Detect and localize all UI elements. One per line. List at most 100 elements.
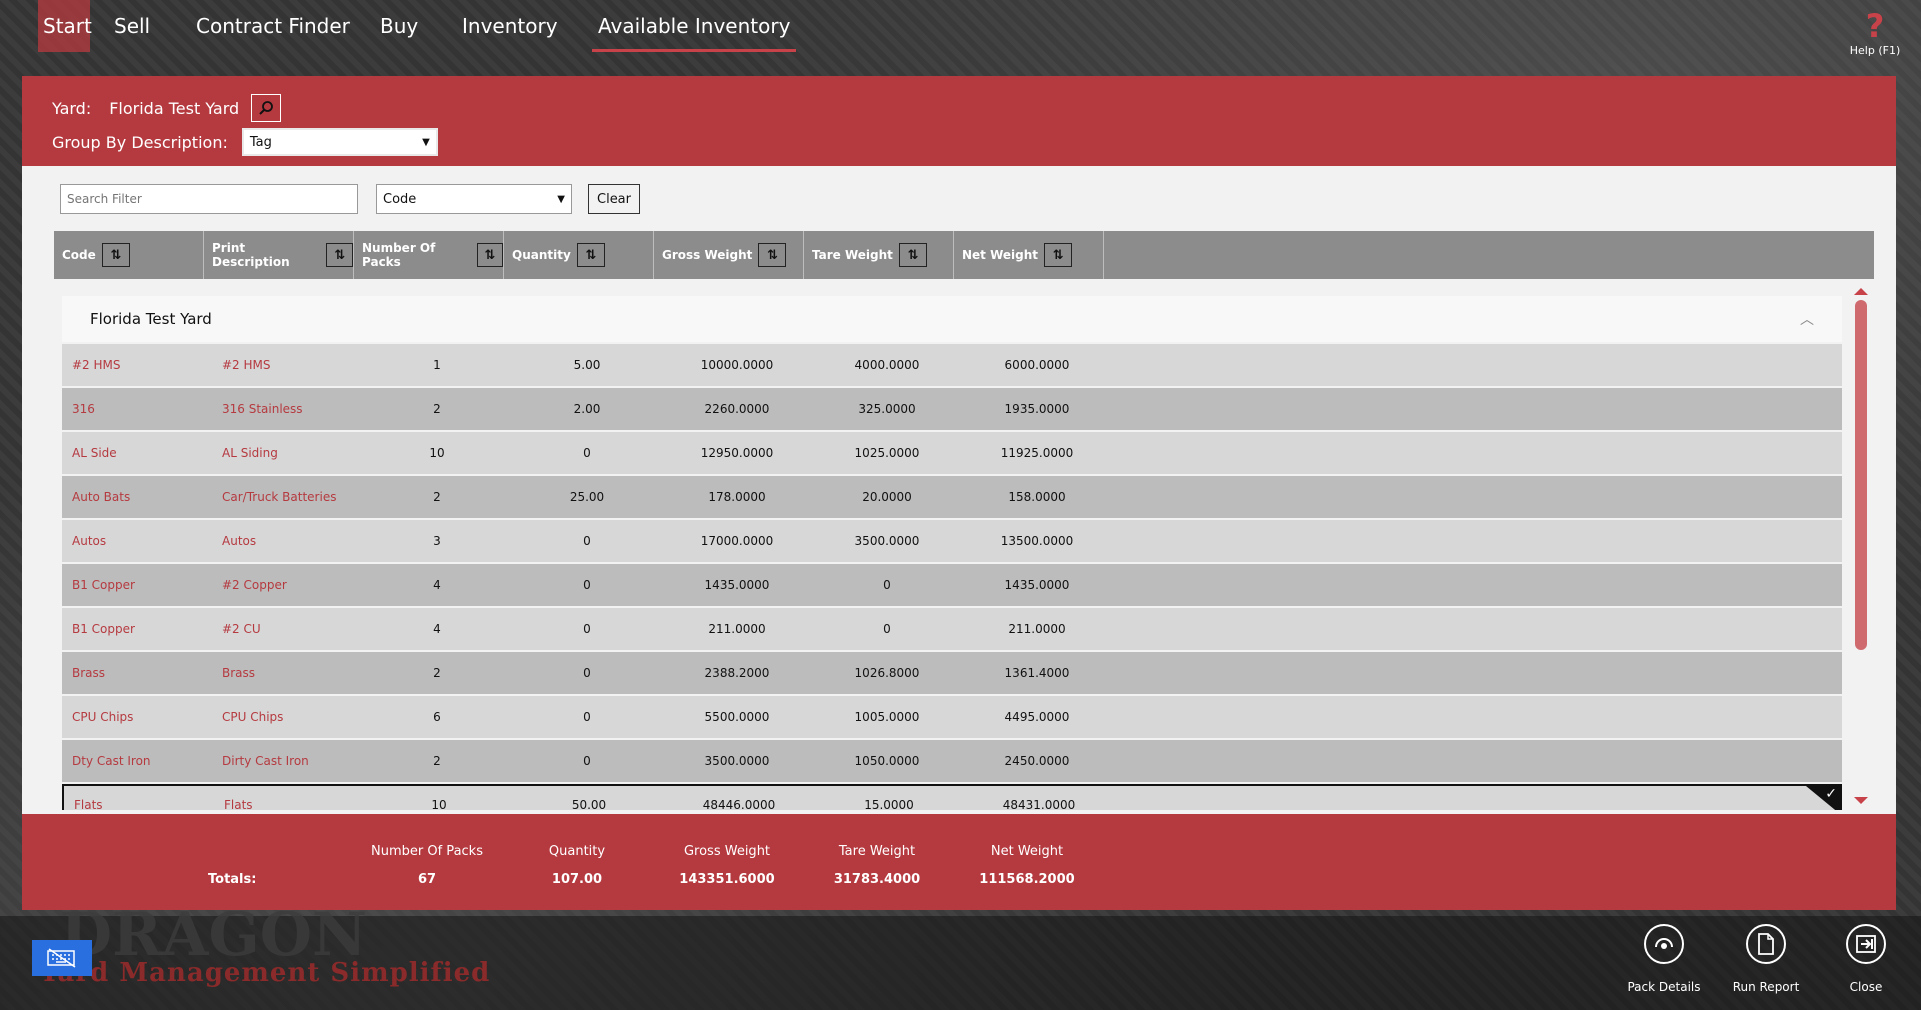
table-cell: 1005.0000 bbox=[854, 710, 920, 724]
table-cell: 2.00 bbox=[573, 402, 601, 416]
table-row[interactable]: B1 Copper #2 CU 4 0 211.0000 0 211.0000 bbox=[62, 608, 1842, 650]
table-cell: 2 bbox=[433, 666, 441, 680]
nav-sell[interactable]: Sell bbox=[108, 0, 156, 52]
column-label: Print Description bbox=[212, 241, 290, 269]
sort-icon[interactable]: ⇅ bbox=[1044, 243, 1073, 267]
table-cell: 10 bbox=[429, 446, 445, 460]
table-cell: Brass bbox=[222, 666, 256, 680]
nav-available-inventory[interactable]: Available Inventory bbox=[592, 0, 797, 52]
table-row[interactable]: 316 316 Stainless 2 2.00 2260.0000 325.0000 19… bbox=[62, 388, 1842, 430]
table-cell: 5500.0000 bbox=[704, 710, 770, 724]
table-cell: 2388.2000 bbox=[704, 666, 770, 680]
total-value-gross: 143351.6000 bbox=[679, 872, 775, 887]
vertical-scrollbar[interactable] bbox=[1852, 286, 1870, 806]
sort-icon[interactable]: ⇅ bbox=[576, 243, 605, 267]
table-cell: 325.0000 bbox=[858, 402, 916, 416]
table-cell: 0 bbox=[583, 578, 591, 592]
group-header[interactable]: Florida Test Yard ︿ bbox=[62, 296, 1842, 342]
table-cell: 6 bbox=[433, 710, 441, 724]
pack-details-button[interactable]: Pack Details bbox=[1624, 924, 1704, 994]
table-cell: 3500.0000 bbox=[854, 534, 920, 548]
total-value-tare: 31783.4000 bbox=[833, 872, 921, 887]
table-cell: 316 bbox=[72, 402, 95, 416]
top-nav: Start Sell Contract Finder Buy Inventory… bbox=[0, 0, 1921, 62]
help-button[interactable]: ? Help (F1) bbox=[1845, 8, 1905, 57]
table-cell: Flats bbox=[74, 798, 103, 810]
table-cell: B1 Copper bbox=[72, 578, 135, 592]
table-cell: Car/Truck Batteries bbox=[222, 490, 337, 504]
nav-buy[interactable]: Buy bbox=[374, 0, 424, 52]
table-cell: 0 bbox=[583, 754, 591, 768]
sort-icon[interactable]: ⇅ bbox=[101, 243, 130, 267]
keyboard-toggle-button[interactable] bbox=[32, 940, 92, 976]
run-report-label: Run Report bbox=[1732, 980, 1800, 994]
table-cell: 1361.4000 bbox=[1004, 666, 1070, 680]
table-row[interactable]: B1 Copper #2 Copper 4 0 1435.0000 0 1435.0000 bbox=[62, 564, 1842, 606]
table-cell: Brass bbox=[72, 666, 106, 680]
table-row[interactable]: Autos Autos 3 0 17000.0000 3500.0000 13500.000… bbox=[62, 520, 1842, 562]
table-cell: 1935.0000 bbox=[1004, 402, 1070, 416]
table-row[interactable]: Brass Brass 2 0 2388.2000 1026.8000 1361.4000 bbox=[62, 652, 1842, 694]
inventory-content: Code ▼ Clear Code ⇅ Print Description ⇅ Nu… bbox=[22, 166, 1896, 814]
question-icon: ? bbox=[1865, 7, 1885, 45]
chevron-up-icon[interactable]: ︿ bbox=[1800, 309, 1814, 329]
table-cell: 4495.0000 bbox=[1004, 710, 1070, 724]
yard-search-button[interactable] bbox=[251, 94, 282, 122]
table-cell: 1026.8000 bbox=[854, 666, 920, 680]
table-cell: #2 HMS bbox=[72, 358, 121, 372]
nav-start[interactable]: Start bbox=[38, 0, 92, 52]
table-row[interactable]: AL Side AL Siding 10 0 12950.0000 1025.0000 11… bbox=[62, 432, 1842, 474]
table-cell: 178.0000 bbox=[708, 490, 766, 504]
sort-icon[interactable]: ⇅ bbox=[326, 243, 353, 267]
run-report-button[interactable]: Run Report bbox=[1726, 924, 1806, 994]
close-button[interactable]: Close bbox=[1826, 924, 1906, 994]
table-cell: 316 Stainless bbox=[222, 402, 303, 416]
column-header-print-description: Print Description ⇅ bbox=[204, 231, 354, 279]
total-label-quantity: Quantity bbox=[548, 844, 606, 859]
table-cell: 17000.0000 bbox=[700, 534, 774, 548]
filter-field-select[interactable]: Code ▼ bbox=[376, 184, 572, 214]
clear-button[interactable]: Clear bbox=[588, 184, 640, 214]
scroll-up-icon[interactable] bbox=[1854, 288, 1868, 295]
sort-icon[interactable]: ⇅ bbox=[758, 243, 787, 267]
table-row[interactable]: CPU Chips CPU Chips 6 0 5500.0000 1005.0000 44… bbox=[62, 696, 1842, 738]
filter-row: Code ▼ Clear bbox=[60, 184, 640, 214]
table-cell: 4 bbox=[433, 578, 441, 592]
table-cell: 15.0000 bbox=[864, 798, 914, 810]
table-cell: 0 bbox=[883, 578, 891, 592]
nav-contract-finder[interactable]: Contract Finder bbox=[190, 0, 356, 52]
table-cell: 1 bbox=[433, 358, 441, 372]
help-label: Help (F1) bbox=[1849, 44, 1901, 57]
nav-inventory[interactable]: Inventory bbox=[456, 0, 564, 52]
table-cell: AL Siding bbox=[222, 446, 278, 460]
sort-icon[interactable]: ⇅ bbox=[476, 243, 503, 267]
table-row[interactable]: Dty Cast Iron Dirty Cast Iron 2 0 3500.0000 1… bbox=[62, 740, 1842, 782]
table-cell: 211.0000 bbox=[1008, 622, 1066, 636]
total-value-packs: 67 bbox=[417, 872, 437, 887]
table-cell: Dty Cast Iron bbox=[72, 754, 151, 768]
column-header-number-of-packs: Number Of Packs ⇅ bbox=[354, 231, 504, 279]
yard-value: Florida Test Yard bbox=[109, 98, 240, 118]
search-icon bbox=[259, 101, 274, 115]
table-cell: 3 bbox=[433, 534, 441, 548]
grid-header: Code ⇅ Print Description ⇅ Number Of Packs… bbox=[54, 231, 1874, 279]
scroll-down-icon[interactable] bbox=[1854, 797, 1868, 804]
table-cell: #2 CU bbox=[222, 622, 261, 636]
scroll-thumb[interactable] bbox=[1855, 300, 1867, 650]
sort-icon[interactable]: ⇅ bbox=[898, 243, 927, 267]
group-by-select[interactable]: Tag ▼ bbox=[241, 128, 438, 156]
column-label: Gross Weight bbox=[662, 248, 753, 262]
column-header-code: Code ⇅ bbox=[54, 231, 204, 279]
table-cell: 3500.0000 bbox=[704, 754, 770, 768]
table-cell: 48431.0000 bbox=[1002, 798, 1076, 810]
table-row[interactable]: Auto Bats Car/Truck Batteries 2 25.00 178.00… bbox=[62, 476, 1842, 518]
search-filter-input[interactable] bbox=[60, 184, 358, 214]
table-row[interactable]: #2 HMS #2 HMS 1 5.00 10000.0000 4000.0000 6000… bbox=[62, 344, 1842, 386]
group-by-value: Tag bbox=[249, 134, 272, 150]
table-cell: #2 Copper bbox=[222, 578, 287, 592]
table-cell: 20.0000 bbox=[862, 490, 912, 504]
table-cell: 0 bbox=[583, 710, 591, 724]
table-cell: 5.00 bbox=[573, 358, 601, 372]
table-row[interactable]: Flats Flats 10 50.00 48446.0000 15.0000 48431.… bbox=[62, 784, 1842, 810]
table-cell: 0 bbox=[583, 534, 591, 548]
